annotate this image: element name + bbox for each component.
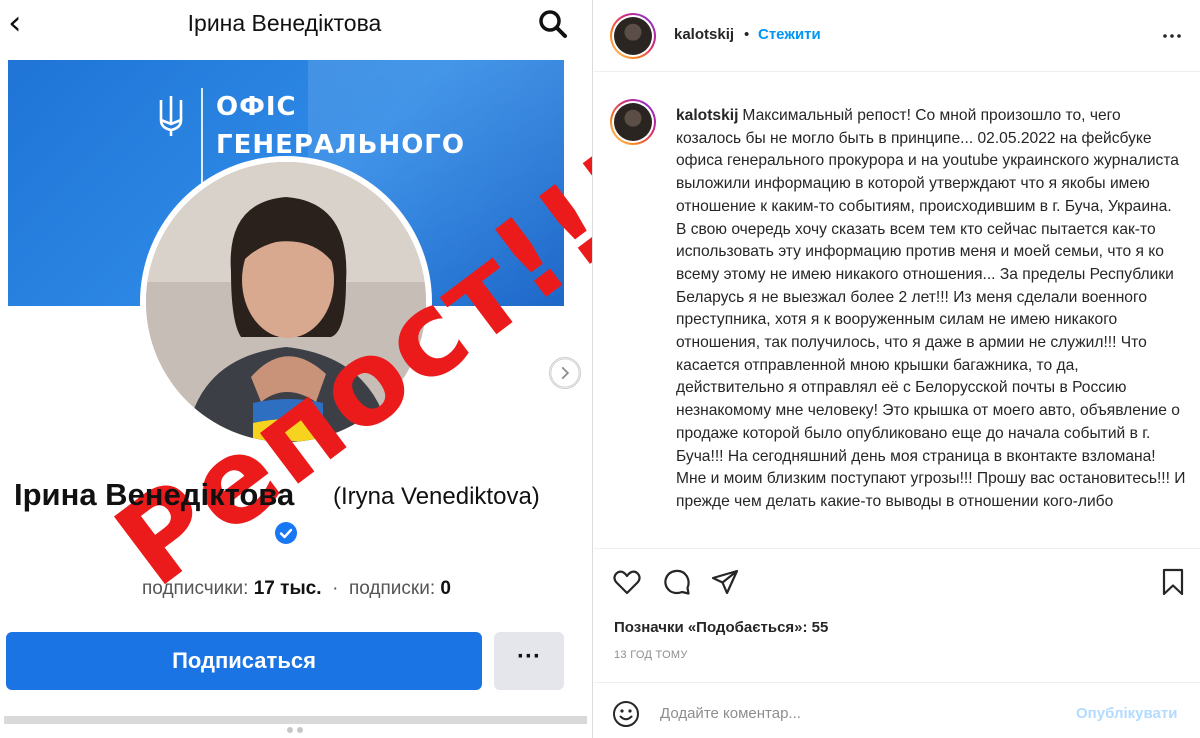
cover-text-line1: ОФІС xyxy=(216,92,297,122)
fb-header: ‹ Ірина Венедіктова xyxy=(0,0,592,50)
carousel-dot xyxy=(297,727,303,733)
post-timestamp[interactable]: 13 ГОД ТОМУ xyxy=(614,649,688,661)
caption-username[interactable]: kalotskij xyxy=(676,107,738,124)
fb-profile-name-latin: (Iryna Venediktova) xyxy=(333,483,540,510)
post-media[interactable]: ‹ Ірина Венедіктова ОФІС ГЕНЕРАЛЬНОГО Ре… xyxy=(0,0,593,738)
following-label: подписки: xyxy=(348,578,436,599)
fb-page-title: Ірина Венедіктова xyxy=(187,10,382,36)
caption-body: Максимальный репост! Со мной произошло т… xyxy=(676,107,1186,510)
author-username[interactable]: kalotskij xyxy=(674,26,734,43)
comment-input[interactable] xyxy=(660,700,1060,726)
post-caption: kalotskij Максимальный репост! Со мной пр… xyxy=(676,105,1186,514)
followers-count: 17 тыс. xyxy=(253,578,322,599)
comment-box: Опублікувати xyxy=(594,684,1200,738)
caption-avatar[interactable] xyxy=(610,99,656,145)
heart-icon[interactable] xyxy=(612,567,642,597)
carousel-indicator xyxy=(277,720,307,738)
verified-icon xyxy=(275,522,297,544)
follow-button[interactable]: Стежити xyxy=(758,26,821,43)
stats-separator: · xyxy=(332,578,339,599)
likes-count[interactable]: Позначки «Подобається»: 55 xyxy=(614,619,828,636)
carousel-dot xyxy=(287,727,293,733)
fb-follow-stats: подписчики: 17 тыс. · подписки: 0 xyxy=(0,578,592,600)
author-avatar[interactable] xyxy=(610,13,656,59)
fb-profile-name: Ірина Венедіктова xyxy=(14,477,295,512)
post-actions: Позначки «Подобається»: 55 13 ГОД ТОМУ xyxy=(594,548,1200,683)
bookmark-icon[interactable] xyxy=(1158,567,1188,597)
header-separator: • xyxy=(744,26,750,43)
more-options-icon[interactable] xyxy=(1160,24,1184,48)
carousel-next-button[interactable] xyxy=(549,357,581,389)
post-panel: kalotskij • Стежити kalotskij Максимальны… xyxy=(594,0,1200,738)
cover-text-line2: ГЕНЕРАЛЬНОГО xyxy=(216,130,465,160)
emoji-icon[interactable] xyxy=(612,700,640,728)
carousel-dot xyxy=(277,727,283,733)
post-header: kalotskij • Стежити xyxy=(594,0,1200,72)
publish-button[interactable]: Опублікувати xyxy=(1076,705,1177,722)
following-count: 0 xyxy=(440,578,451,599)
share-icon[interactable] xyxy=(710,567,740,597)
fb-subscribe-button: Подписаться xyxy=(6,632,482,690)
caption-area: kalotskij Максимальный репост! Со мной пр… xyxy=(594,73,1200,548)
search-icon xyxy=(539,10,567,38)
fb-more-button: ··· xyxy=(494,632,564,690)
followers-label: подписчики: xyxy=(142,578,249,599)
comment-icon[interactable] xyxy=(662,567,692,597)
trident-icon xyxy=(159,96,183,136)
